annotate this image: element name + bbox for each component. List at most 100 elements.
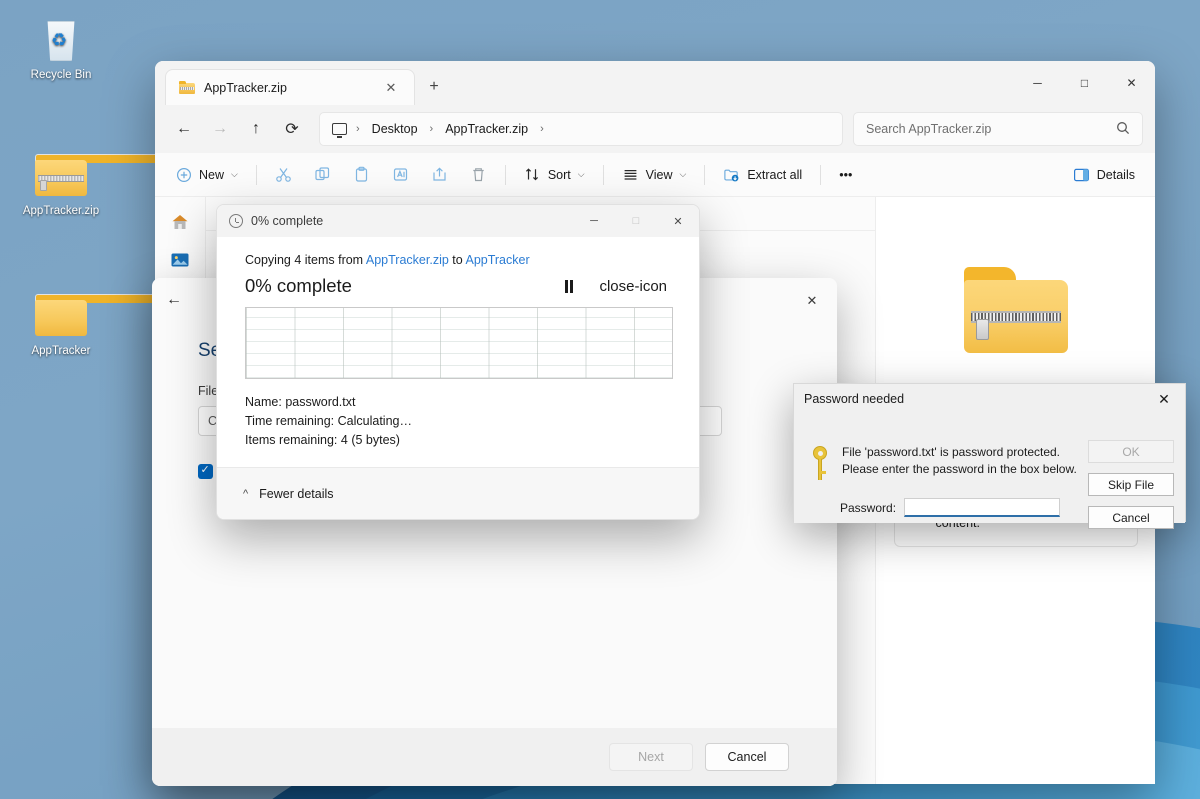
explorer-toolbar: New ⌵ bbox=[155, 153, 1155, 197]
copying-summary: Copying 4 items from AppTracker.zip to A… bbox=[245, 253, 673, 267]
sort-button-label: Sort bbox=[548, 168, 571, 182]
detail-time-label: Time remaining: bbox=[245, 414, 334, 428]
chevron-down-icon: ⌵ bbox=[231, 169, 238, 180]
cancel-icon[interactable]: close-icon bbox=[599, 278, 667, 295]
details-pane-button[interactable]: Details bbox=[1063, 159, 1145, 191]
extract-all-label: Extract all bbox=[747, 168, 802, 182]
refresh-icon[interactable]: ⟳ bbox=[275, 112, 309, 146]
delete-button[interactable] bbox=[460, 159, 497, 191]
skip-file-button[interactable]: Skip File bbox=[1088, 473, 1174, 496]
checkbox-checked-icon[interactable] bbox=[198, 464, 213, 479]
minimize-icon[interactable]: ─ bbox=[1014, 61, 1061, 105]
close-icon[interactable]: ✕ bbox=[1143, 384, 1185, 414]
new-tab-button[interactable]: + bbox=[421, 74, 447, 100]
tab-apptracker-zip[interactable]: AppTracker.zip ✕ bbox=[165, 69, 415, 105]
desktop-icon-recycle-bin[interactable]: ♻ Recycle Bin bbox=[11, 14, 111, 82]
forward-icon[interactable]: → bbox=[203, 112, 237, 146]
desktop-icon-apptracker[interactable]: AppTracker bbox=[11, 290, 111, 358]
trash-icon bbox=[470, 166, 487, 183]
zip-folder-icon bbox=[11, 150, 111, 200]
zip-folder-icon bbox=[179, 81, 195, 94]
up-icon[interactable]: ↑ bbox=[239, 112, 273, 146]
view-icon bbox=[622, 166, 639, 183]
search-icon[interactable] bbox=[1116, 121, 1130, 138]
recycle-bin-icon: ♻ bbox=[11, 14, 111, 64]
chevron-up-icon: ^ bbox=[243, 488, 248, 500]
copy-dialog-footer[interactable]: ^ Fewer details bbox=[217, 467, 699, 519]
pause-icon[interactable] bbox=[565, 280, 574, 293]
close-icon[interactable]: ✕ bbox=[1108, 61, 1155, 105]
copying-prefix: Copying 4 items from bbox=[245, 253, 366, 267]
desktop-icon-label: Recycle Bin bbox=[11, 68, 111, 82]
rename-icon bbox=[392, 166, 409, 183]
view-button-label: View bbox=[646, 168, 673, 182]
next-button[interactable]: Next bbox=[609, 743, 693, 771]
close-icon[interactable]: ✕ bbox=[797, 288, 827, 314]
detail-items-value: 4 (5 bytes) bbox=[341, 433, 400, 447]
close-icon[interactable]: ✕ bbox=[378, 75, 404, 101]
breadcrumb-item-desktop[interactable]: Desktop bbox=[365, 119, 425, 139]
search-input[interactable]: Search AppTracker.zip bbox=[853, 112, 1143, 146]
chevron-down-icon: ⌵ bbox=[679, 169, 686, 180]
sort-icon bbox=[524, 166, 541, 183]
monitor-icon[interactable] bbox=[332, 123, 347, 135]
copying-middle: to bbox=[449, 253, 466, 267]
explorer-titlebar: AppTracker.zip ✕ + ─ □ ✕ bbox=[155, 61, 1155, 105]
copy-source-link[interactable]: AppTracker.zip bbox=[366, 253, 449, 267]
detail-name-label: Name: bbox=[245, 395, 282, 409]
toolbar-divider bbox=[505, 165, 506, 185]
extract-all-button[interactable]: Extract all bbox=[713, 159, 812, 191]
back-icon[interactable]: ← bbox=[167, 112, 201, 146]
view-button[interactable]: View ⌵ bbox=[612, 159, 697, 191]
password-dialog-titlebar: Password needed ✕ bbox=[794, 384, 1185, 414]
breadcrumb[interactable]: › Desktop › AppTracker.zip › bbox=[319, 112, 843, 146]
copy-dialog-title: 0% complete bbox=[251, 214, 323, 228]
key-icon bbox=[812, 446, 828, 480]
desktop-icon-apptracker-zip[interactable]: AppTracker.zip bbox=[11, 150, 111, 218]
ok-button[interactable]: OK bbox=[1088, 440, 1174, 463]
back-icon[interactable]: ← bbox=[166, 291, 182, 309]
desktop-icon-label: AppTracker.zip bbox=[11, 204, 111, 218]
minimize-icon[interactable]: ─ bbox=[573, 205, 615, 237]
sidebar-item-home[interactable] bbox=[167, 209, 193, 235]
maximize-icon[interactable]: □ bbox=[615, 205, 657, 237]
paste-button[interactable] bbox=[343, 159, 380, 191]
share-button[interactable] bbox=[421, 159, 458, 191]
progress-bar-grid bbox=[246, 308, 672, 378]
chevron-down-icon: ⌵ bbox=[578, 169, 585, 180]
details-button-label: Details bbox=[1097, 168, 1135, 182]
copy-destination-link[interactable]: AppTracker bbox=[465, 253, 529, 267]
breadcrumb-separator: › bbox=[428, 123, 436, 135]
search-placeholder: Search AppTracker.zip bbox=[866, 122, 991, 136]
password-dialog-body: File 'password.txt' is password protecte… bbox=[794, 414, 1185, 523]
maximize-icon[interactable]: □ bbox=[1061, 61, 1108, 105]
password-message-line1: File 'password.txt' is password protecte… bbox=[842, 444, 1077, 461]
detail-items-row: Items remaining: 4 (5 bytes) bbox=[245, 431, 673, 450]
copy-dialog-body: Copying 4 items from AppTracker.zip to A… bbox=[217, 237, 699, 449]
password-input[interactable] bbox=[904, 498, 1060, 517]
breadcrumb-item-apptracker-zip[interactable]: AppTracker.zip bbox=[438, 119, 535, 139]
fewer-details-label: Fewer details bbox=[259, 487, 333, 501]
close-icon[interactable]: ✕ bbox=[657, 205, 699, 237]
cancel-button[interactable]: Cancel bbox=[1088, 506, 1174, 529]
copy-dialog-titlebar: 0% complete ─ □ ✕ bbox=[217, 205, 699, 237]
window-controls: ─ □ ✕ bbox=[1014, 61, 1155, 105]
sort-button[interactable]: Sort ⌵ bbox=[514, 159, 595, 191]
toolbar-divider bbox=[256, 165, 257, 185]
detail-name-row: Name: password.txt bbox=[245, 393, 673, 412]
rename-button[interactable] bbox=[382, 159, 419, 191]
folder-icon bbox=[11, 290, 111, 340]
password-dialog-buttons: OK Skip File Cancel bbox=[1088, 440, 1174, 529]
cut-button[interactable] bbox=[265, 159, 302, 191]
cancel-button[interactable]: Cancel bbox=[705, 743, 789, 771]
new-button[interactable]: New ⌵ bbox=[165, 159, 248, 191]
breadcrumb-separator[interactable]: › bbox=[538, 123, 546, 135]
copy-window-controls: ─ □ ✕ bbox=[573, 205, 699, 237]
copy-percent-row: 0% complete close-icon bbox=[245, 275, 673, 297]
sidebar-item-gallery[interactable] bbox=[167, 247, 193, 273]
copy-button[interactable] bbox=[304, 159, 341, 191]
toolbar-divider bbox=[704, 165, 705, 185]
copy-icon bbox=[314, 166, 331, 183]
share-icon bbox=[431, 166, 448, 183]
more-options-button[interactable]: ••• bbox=[829, 159, 862, 191]
